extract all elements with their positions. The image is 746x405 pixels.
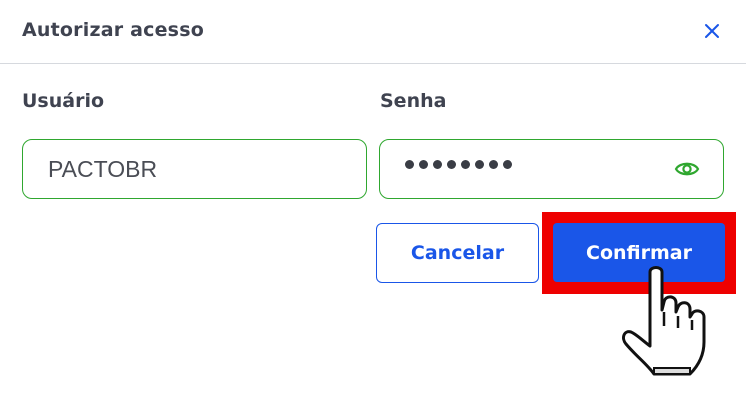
user-field[interactable]: PACTOBR [22,139,367,199]
hand-pointer-icon [622,266,706,376]
dialog-header: Autorizar acesso [0,0,746,64]
password-dot [405,160,414,169]
dialog-title: Autorizar acesso [22,19,204,41]
password-dot [461,160,470,169]
password-dot [503,160,512,169]
password-label: Senha [380,90,447,112]
password-dot [419,160,428,169]
authorize-access-dialog: Autorizar acesso Usuário Senha PACTOBR C… [0,0,746,405]
password-dot [475,160,484,169]
close-button[interactable] [700,19,724,43]
password-dot [489,160,498,169]
password-dot [433,160,442,169]
user-field-value: PACTOBR [48,156,158,182]
show-password-button[interactable] [674,157,700,181]
eye-icon [674,162,700,176]
user-label: Usuário [22,90,105,112]
password-dot [447,160,456,169]
password-masked-value [405,160,512,169]
cancel-button[interactable]: Cancelar [376,223,539,283]
close-icon [705,24,719,38]
password-field[interactable] [379,139,724,199]
